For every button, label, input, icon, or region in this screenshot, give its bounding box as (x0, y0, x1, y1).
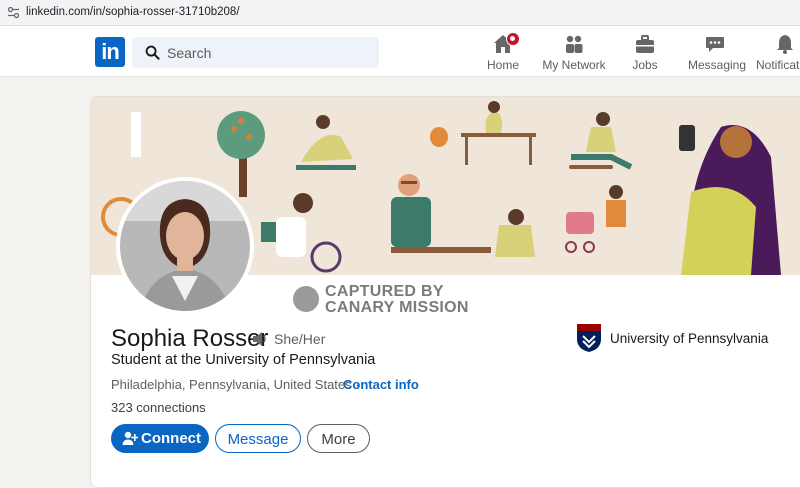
profile-name: Sophia Rosser (111, 325, 269, 352)
nav-jobs-label: Jobs (632, 58, 658, 72)
connect-button[interactable]: Connect (111, 424, 209, 453)
nav-messaging[interactable]: Messaging (688, 33, 747, 72)
nav-home[interactable]: Home (482, 32, 524, 72)
briefcase-icon (636, 35, 654, 53)
connections-count[interactable]: 323 connections (111, 400, 206, 415)
contact-info-link[interactable]: Contact info (343, 377, 419, 392)
add-person-icon (122, 431, 138, 445)
connect-label: Connect (141, 430, 201, 447)
nav-notifications[interactable]: Notificati (756, 33, 800, 72)
profile-photo[interactable] (116, 177, 254, 315)
search-placeholder[interactable]: Search (167, 45, 211, 61)
profile-location: Philadelphia, Pennsylvania, United State… (111, 377, 360, 392)
network-icon (566, 35, 583, 53)
nav-notifications-label: Notificati (756, 58, 800, 72)
avatar (120, 181, 250, 311)
bell-icon (777, 35, 793, 54)
search-icon (145, 45, 160, 60)
nav-my-network-label: My Network (542, 58, 606, 72)
chat-icon (706, 37, 724, 52)
search-bar[interactable]: Search (132, 37, 379, 68)
pronouns: She/Her (274, 331, 326, 347)
more-button[interactable]: More (307, 424, 370, 453)
browser-address-bar[interactable]: linkedin.com/in/sophia-rosser-31710b208/ (0, 0, 800, 26)
url-text[interactable]: linkedin.com/in/sophia-rosser-31710b208/ (26, 6, 240, 18)
education-name: University of Pennsylvania (610, 331, 769, 346)
notification-badge (506, 32, 520, 46)
message-button[interactable]: Message (215, 424, 301, 453)
nav-my-network[interactable]: My Network (542, 33, 606, 72)
watermark-line-1: CAPTURED BY (325, 283, 444, 300)
upenn-shield-icon (577, 324, 601, 352)
nav-home-label: Home (486, 58, 519, 72)
location-text: Philadelphia, Pennsylvania, United State… (111, 377, 352, 392)
watermark-line-2: CANARY MISSION (325, 299, 469, 316)
pronunciation-speaker-icon[interactable] (251, 330, 269, 348)
nav-messaging-label: Messaging (688, 58, 747, 72)
site-settings-icon[interactable] (7, 6, 20, 19)
profile-headline: Student at the University of Pennsylvani… (111, 352, 376, 368)
linkedin-logo[interactable]: in (95, 37, 125, 67)
nav-jobs[interactable]: Jobs (625, 33, 665, 72)
watermark-logo (293, 286, 319, 312)
